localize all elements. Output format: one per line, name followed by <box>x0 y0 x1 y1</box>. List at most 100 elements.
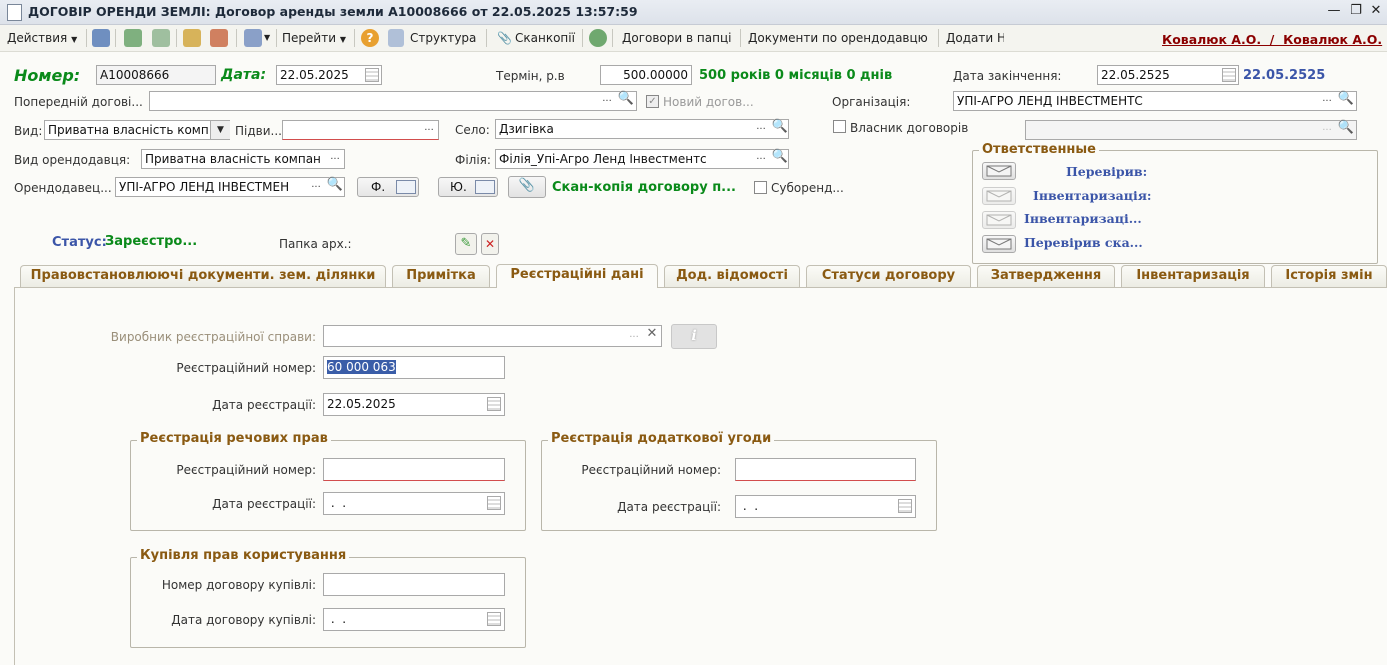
export-icon[interactable] <box>183 29 201 47</box>
f-label: Ф. <box>371 180 386 194</box>
structure-icon <box>388 29 404 47</box>
addendum-date-field[interactable]: . . <box>735 495 916 518</box>
tab-approval[interactable]: Затвердження <box>977 265 1115 287</box>
globe-icon[interactable] <box>589 29 607 47</box>
purchase-date-field[interactable]: . . <box>323 608 505 631</box>
structure-button[interactable]: Структура <box>410 29 476 47</box>
search-icon[interactable]: 🔍 <box>326 178 344 196</box>
envelope-icon[interactable] <box>982 162 1016 180</box>
separator <box>486 29 487 47</box>
reg-number-field[interactable]: 60 000 063 <box>323 356 505 379</box>
owner-field <box>1025 120 1357 140</box>
paperclip-icon: 📎 <box>497 31 512 45</box>
search-icon[interactable]: 🔍 <box>1337 92 1355 110</box>
back-icon[interactable] <box>92 29 110 47</box>
delete-icon[interactable]: ✕ <box>481 233 499 255</box>
tab-statuses[interactable]: Статуси договору <box>806 265 971 287</box>
end-date-text: 22.05.2525 <box>1243 68 1326 83</box>
clear-icon[interactable]: ✕ <box>643 327 661 345</box>
lessor-kind-field[interactable]: Приватна власність компан <box>141 149 345 169</box>
ellipsis-icon[interactable]: ... <box>752 150 770 168</box>
tab-title-documents[interactable]: Правовстановлюючі документи. зем. ділянк… <box>20 265 386 287</box>
envelope-icon <box>475 180 495 194</box>
restore-icon[interactable]: ❐ <box>1348 3 1364 19</box>
minimize-icon[interactable]: — <box>1326 3 1342 19</box>
yu-button[interactable]: Ю. <box>438 177 498 197</box>
info-icon[interactable]: i <box>671 324 717 349</box>
f-button[interactable]: Ф. <box>357 177 419 197</box>
tab-registration[interactable]: Реєстраційні дані <box>496 264 658 288</box>
tab-inventory[interactable]: Інвентаризація <box>1121 265 1265 287</box>
branch-field[interactable]: Філія_Упі-Агро Ленд Інвестментс <box>495 149 789 169</box>
village-field[interactable]: Дзигівка <box>495 119 789 139</box>
calendar-icon[interactable] <box>1222 68 1236 82</box>
sublease-checkbox[interactable] <box>754 181 767 194</box>
lessor-docs-button[interactable]: Документи по орендодавцю <box>748 29 928 47</box>
maker-field[interactable] <box>323 325 662 347</box>
actions-label: Действия <box>7 31 68 45</box>
import-icon[interactable] <box>210 29 228 47</box>
ellipsis-icon[interactable]: ... <box>1318 92 1336 110</box>
purchase-date-label: Дата договору купівлі: <box>171 613 316 627</box>
ellipsis-icon[interactable]: ... <box>420 121 438 139</box>
reg-date-field[interactable]: 22.05.2025 <box>323 393 505 416</box>
envelope-icon[interactable] <box>982 211 1016 229</box>
search-icon[interactable]: 🔍 <box>771 120 789 138</box>
help-icon[interactable]: ? <box>361 29 379 47</box>
ellipsis-icon[interactable]: ... <box>598 92 616 110</box>
rights-date-field[interactable]: . . <box>323 492 505 515</box>
current-user-link[interactable]: Ковалюк А.О. / Ковалюк А.О. <box>1162 31 1382 49</box>
calendar-icon[interactable] <box>365 68 379 82</box>
separator <box>612 29 613 47</box>
number-field[interactable]: А10008666 <box>96 65 216 85</box>
end-date-field[interactable]: 22.05.2525 <box>1097 65 1239 85</box>
term-label: Термін, р.в <box>496 69 565 83</box>
calendar-icon[interactable] <box>898 499 912 513</box>
term-field[interactable]: 500.00000 <box>600 65 692 85</box>
search-icon[interactable]: 🔍 <box>771 150 789 168</box>
ellipsis-icon[interactable]: ... <box>752 120 770 138</box>
responsible-title: Ответственные <box>979 142 1099 157</box>
print-dropdown-icon[interactable]: ▼ <box>264 29 270 47</box>
tab-note[interactable]: Примітка <box>392 265 490 287</box>
edit-icon[interactable]: ✎ <box>455 233 477 255</box>
scans-button[interactable]: Сканкопії <box>515 29 575 47</box>
ellipsis-icon[interactable]: ... <box>625 328 643 346</box>
add-button[interactable]: Додати Н <box>946 29 1004 47</box>
organization-field[interactable]: УПІ-АГРО ЛЕНД ІНВЕСТМЕНТС <box>953 91 1357 111</box>
tab-extra-info[interactable]: Дод. відомості <box>664 265 800 287</box>
attach-button[interactable]: 📎 <box>508 176 546 198</box>
copy-icon[interactable] <box>152 29 170 47</box>
separator <box>354 29 355 47</box>
envelope-icon[interactable] <box>982 187 1016 205</box>
previous-contract-field[interactable] <box>149 91 637 111</box>
ellipsis-icon[interactable]: ... <box>307 178 325 196</box>
window-title: ДОГОВІР ОРЕНДИ ЗЕМЛІ: Договор аренды зем… <box>28 4 638 19</box>
calendar-icon[interactable] <box>487 496 501 510</box>
scan-copy-link[interactable]: Скан-копія договору п... <box>552 180 736 195</box>
subkind-field[interactable] <box>282 120 439 140</box>
addendum-number-field[interactable] <box>735 458 916 481</box>
calendar-icon[interactable] <box>487 612 501 626</box>
folder-contracts-button[interactable]: Договори в папці <box>622 29 731 47</box>
close-icon[interactable]: ✕ <box>1368 3 1384 19</box>
ellipsis-icon[interactable]: ... <box>326 150 344 168</box>
new-contract-checkbox[interactable]: ✓ <box>646 95 659 108</box>
search-icon[interactable]: 🔍 <box>617 92 635 110</box>
rights-number-field[interactable] <box>323 458 505 481</box>
chevron-down-icon[interactable]: ▼ <box>210 121 230 139</box>
owner-checkbox[interactable] <box>833 120 846 133</box>
purchase-number-field[interactable] <box>323 573 505 596</box>
envelope-icon[interactable] <box>982 235 1016 253</box>
addendum-number-label: Реєстраційний номер: <box>581 463 721 477</box>
goto-menu[interactable]: Перейти ▼ <box>282 29 346 47</box>
kind-select[interactable]: Приватна власність комп <box>44 120 230 140</box>
maker-label: Виробник реєстраційної справи: <box>110 330 316 344</box>
calendar-icon[interactable] <box>487 397 501 411</box>
refresh-icon[interactable] <box>124 29 142 47</box>
tab-history[interactable]: Історія змін <box>1271 265 1387 287</box>
actions-menu[interactable]: Действия ▼ <box>7 29 77 47</box>
purchase-date-value: . . <box>327 612 347 626</box>
rights-date-value: . . <box>327 496 347 510</box>
print-icon[interactable] <box>244 29 262 47</box>
